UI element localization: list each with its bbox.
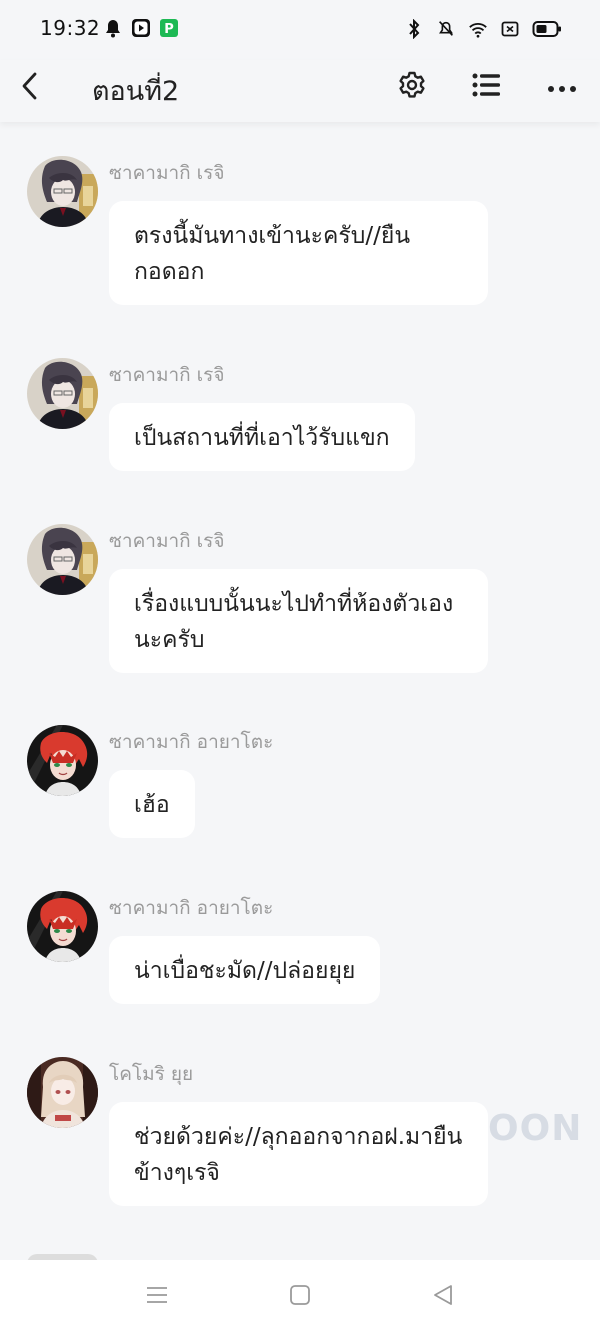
watermark: OON — [488, 1108, 583, 1149]
message-bubble[interactable]: ช่วยด้วยค่ะ//ลุกออกจากอฝ.มายืนข้างๆเรจิ — [109, 1102, 488, 1206]
home-icon — [289, 1284, 311, 1310]
list-button[interactable] — [464, 64, 510, 110]
bluetooth-icon — [404, 19, 424, 39]
menu-icon — [145, 1285, 169, 1309]
video-app-icon — [131, 18, 151, 38]
status-time: 19:32 — [40, 16, 101, 40]
message-bubble[interactable]: น่าเบื่อชะมัด//ปล่อยยุย — [109, 936, 381, 1004]
settings-icon — [397, 70, 427, 104]
nav-back-button[interactable] — [428, 1282, 458, 1312]
message-bubble[interactable]: ตรงนี้มันทางเข้านะครับ//ยืนกอดอก — [109, 201, 488, 305]
back-triangle-icon — [431, 1283, 455, 1311]
app-bar: ตอนที่2 — [0, 60, 600, 122]
dark-haired-avatar[interactable] — [27, 524, 98, 595]
system-nav-bar — [0, 1260, 600, 1333]
back-icon — [20, 71, 38, 105]
message-sender: โคโมริ ยุย — [109, 1063, 194, 1085]
wifi-icon — [468, 19, 488, 39]
nav-home-button[interactable] — [285, 1282, 315, 1312]
blonde-haired-avatar[interactable] — [27, 1057, 98, 1128]
message-sender: ซาคามากิ เรจิ — [109, 364, 225, 386]
page-title: ตอนที่2 — [92, 76, 180, 107]
message-bubble[interactable]: เรื่องแบบนั้นนะไปทำที่ห้องตัวเองนะครับ — [109, 569, 488, 673]
red-haired-avatar[interactable] — [27, 891, 98, 962]
payment-app-icon: P — [159, 18, 179, 38]
message-sender: ซาคามากิ อายาโตะ — [109, 897, 274, 919]
more-button[interactable] — [539, 64, 585, 110]
battery-icon — [532, 19, 562, 39]
dark-haired-avatar[interactable] — [27, 156, 98, 227]
muted-bell-icon — [436, 19, 456, 39]
nav-menu-button[interactable] — [142, 1282, 172, 1312]
message-sender: ซาคามากิ เรจิ — [109, 162, 225, 184]
sim-icon — [500, 19, 520, 39]
message-sender: ซาคามากิ เรจิ — [109, 530, 225, 552]
notification-bell-icon — [103, 18, 123, 38]
chat-message-list[interactable]: ซาคามากิ เรจิ ตรงนี้มันทางเข้านะครับ//ยื… — [0, 122, 600, 1260]
list-icon — [472, 72, 502, 102]
message-bubble[interactable]: เป็นสถานที่ที่เอาไว้รับแขก — [109, 403, 415, 471]
message-sender: ซาคามากิ อายาโตะ — [109, 731, 274, 753]
settings-button[interactable] — [389, 64, 435, 110]
more-icon — [547, 78, 577, 97]
status-right-icons — [404, 19, 562, 39]
red-haired-avatar[interactable] — [27, 725, 98, 796]
back-button[interactable] — [14, 66, 44, 110]
status-left-icons: P — [103, 18, 179, 38]
svg-text:P: P — [164, 22, 174, 37]
message-bubble[interactable]: เฮ้อ — [109, 770, 195, 838]
dark-haired-avatar[interactable] — [27, 358, 98, 429]
status-bar: 19:32 P — [0, 0, 600, 60]
